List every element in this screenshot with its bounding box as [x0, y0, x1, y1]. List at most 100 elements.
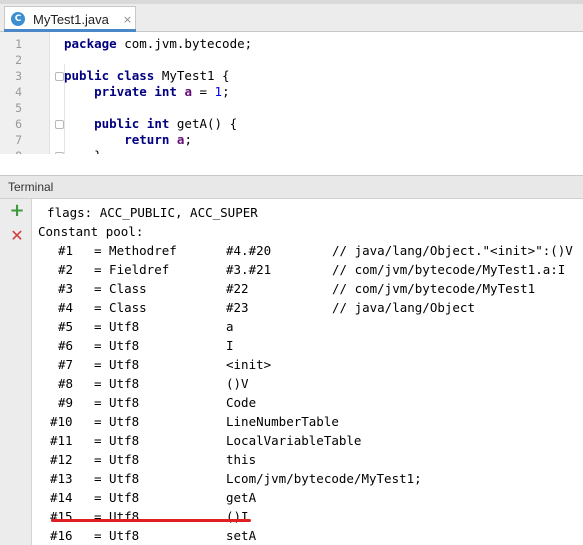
java-class-icon: C: [11, 12, 25, 26]
pool-type: = Fieldref: [94, 262, 170, 277]
line-number: 1: [15, 37, 22, 51]
line-number: 3: [15, 69, 22, 83]
tab-mytest1-java[interactable]: C MyTest1.java ×: [4, 6, 136, 31]
pool-comment: // com/jvm/bytecode/MyTest1.a:I: [332, 262, 566, 277]
pool-value: #4.#20: [226, 243, 272, 258]
pool-index: #14: [50, 490, 73, 505]
code-text: private int a = 1;: [94, 84, 230, 99]
close-terminal-icon[interactable]: ✕: [9, 228, 25, 244]
pool-comment: // java/lang/Object."<init>":()V: [332, 243, 573, 258]
close-icon[interactable]: ×: [123, 13, 132, 26]
constant-pool-entry: #12 = Utf8 this: [32, 450, 583, 469]
pool-value: I: [226, 338, 234, 353]
pool-type: = Methodref: [94, 243, 177, 258]
pool-value: this: [226, 452, 257, 467]
pool-index: #12: [50, 452, 73, 467]
terminal-toolbar: + ✕: [0, 199, 32, 545]
constant-pool-entry: #9 = Utf8 Code: [32, 393, 583, 412]
pool-type: = Utf8: [94, 471, 140, 486]
code-text: package com.jvm.bytecode;: [64, 36, 253, 51]
constant-pool-entry: #4 = Class #23 // java/lang/Object: [32, 298, 583, 317]
code-line: 6 public int getA() {: [0, 116, 583, 132]
pool-index: #9: [58, 395, 74, 410]
pool-index: #7: [58, 357, 74, 372]
constant-pool-entry: #16 = Utf8 setA: [32, 526, 583, 545]
pool-index: #15: [50, 509, 73, 524]
constant-pool-entry: #2 = Fieldref #3.#21 // com/jvm/bytecode/My…: [32, 260, 583, 279]
line-number: 4: [15, 85, 22, 99]
pool-type: = Utf8: [94, 452, 140, 467]
pool-value: LocalVariableTable: [226, 433, 362, 448]
line-number: 7: [15, 133, 22, 147]
line-number: 5: [15, 101, 22, 115]
pool-index: #1: [58, 243, 74, 258]
line-number: 2: [15, 53, 22, 67]
code-text: public int getA() {: [94, 116, 238, 131]
pool-index: #13: [50, 471, 73, 486]
pool-index: #16: [50, 528, 73, 543]
pool-type: = Class: [94, 281, 147, 296]
pool-index: #11: [50, 433, 73, 448]
constant-pool-entry: #1 = Methodref #4.#20 // java/lang/Object."…: [32, 241, 583, 260]
code-editor[interactable]: 1 package com.jvm.bytecode; 2 3 public class…: [0, 32, 583, 154]
pool-comment: // java/lang/Object: [332, 300, 475, 315]
code-text: public class MyTest1 {: [64, 68, 230, 83]
pool-value: #23: [226, 300, 249, 315]
constant-pool-entry: #8 = Utf8 ()V: [32, 374, 583, 393]
terminal-output[interactable]: flags: ACC_PUBLIC, ACC_SUPER Constant po…: [32, 199, 583, 545]
pool-value: LineNumberTable: [226, 414, 339, 429]
pool-value: ()I: [226, 509, 249, 524]
pool-type: = Utf8: [94, 357, 140, 372]
terminal-header: Terminal: [0, 175, 583, 199]
highlight-underline: [51, 519, 251, 522]
pool-value: #22: [226, 281, 249, 296]
pool-type: = Utf8: [94, 319, 140, 334]
pool-type: = Utf8: [94, 528, 140, 543]
pool-index: #3: [58, 281, 74, 296]
constant-pool-entry: #5 = Utf8 a: [32, 317, 583, 336]
pool-index: #6: [58, 338, 74, 353]
pool-value: Code: [226, 395, 257, 410]
fold-marker-icon[interactable]: [55, 120, 64, 129]
constant-pool-entry: #6 = Utf8 I: [32, 336, 583, 355]
pool-index: #4: [58, 300, 74, 315]
tab-label: MyTest1.java: [33, 11, 109, 27]
code-line: 7 return a;: [0, 132, 583, 148]
editor-tab-bar: C MyTest1.java ×: [0, 4, 583, 32]
constant-pool-entry: #14 = Utf8 getA: [32, 488, 583, 507]
constant-pool-entry: #13 = Utf8 Lcom/jvm/bytecode/MyTest1;: [32, 469, 583, 488]
pool-index: #8: [58, 376, 74, 391]
pool-value: <init>: [226, 357, 272, 372]
panel-divider: [0, 154, 583, 175]
pool-value: Lcom/jvm/bytecode/MyTest1;: [226, 471, 422, 486]
constant-pool-header: Constant pool:: [38, 224, 144, 239]
code-line: 4 private int a = 1;: [0, 84, 583, 100]
constant-pool-entry: #15 = Utf8 ()I: [32, 507, 583, 526]
pool-index: #10: [50, 414, 73, 429]
constant-pool-entry: #10 = Utf8 LineNumberTable: [32, 412, 583, 431]
line-number: 6: [15, 117, 22, 131]
pool-value: setA: [226, 528, 257, 543]
pool-value: a: [226, 319, 234, 334]
pool-type: = Utf8: [94, 395, 140, 410]
pool-type: = Class: [94, 300, 147, 315]
code-line: 5: [0, 100, 583, 116]
pool-index: #5: [58, 319, 74, 334]
constant-pool-entry: #3 = Class #22 // com/jvm/bytecode/MyTest1: [32, 279, 583, 298]
pool-type: = Utf8: [94, 414, 140, 429]
fold-marker-icon[interactable]: [55, 72, 64, 81]
terminal-title: Terminal: [8, 180, 54, 194]
pool-value: #3.#21: [226, 262, 272, 277]
code-text: return a;: [124, 132, 192, 147]
code-line: 1 package com.jvm.bytecode;: [0, 36, 583, 52]
pool-type: = Utf8: [94, 509, 140, 524]
pool-type: = Utf8: [94, 338, 140, 353]
pool-type: = Utf8: [94, 490, 140, 505]
code-line: 2: [0, 52, 583, 68]
pool-value: getA: [226, 490, 257, 505]
constant-pool-entry: #11 = Utf8 LocalVariableTable: [32, 431, 583, 450]
code-line: 3 public class MyTest1 {: [0, 68, 583, 84]
add-terminal-icon[interactable]: +: [9, 202, 25, 220]
pool-type: = Utf8: [94, 433, 140, 448]
flags-line: flags: ACC_PUBLIC, ACC_SUPER: [32, 205, 258, 220]
